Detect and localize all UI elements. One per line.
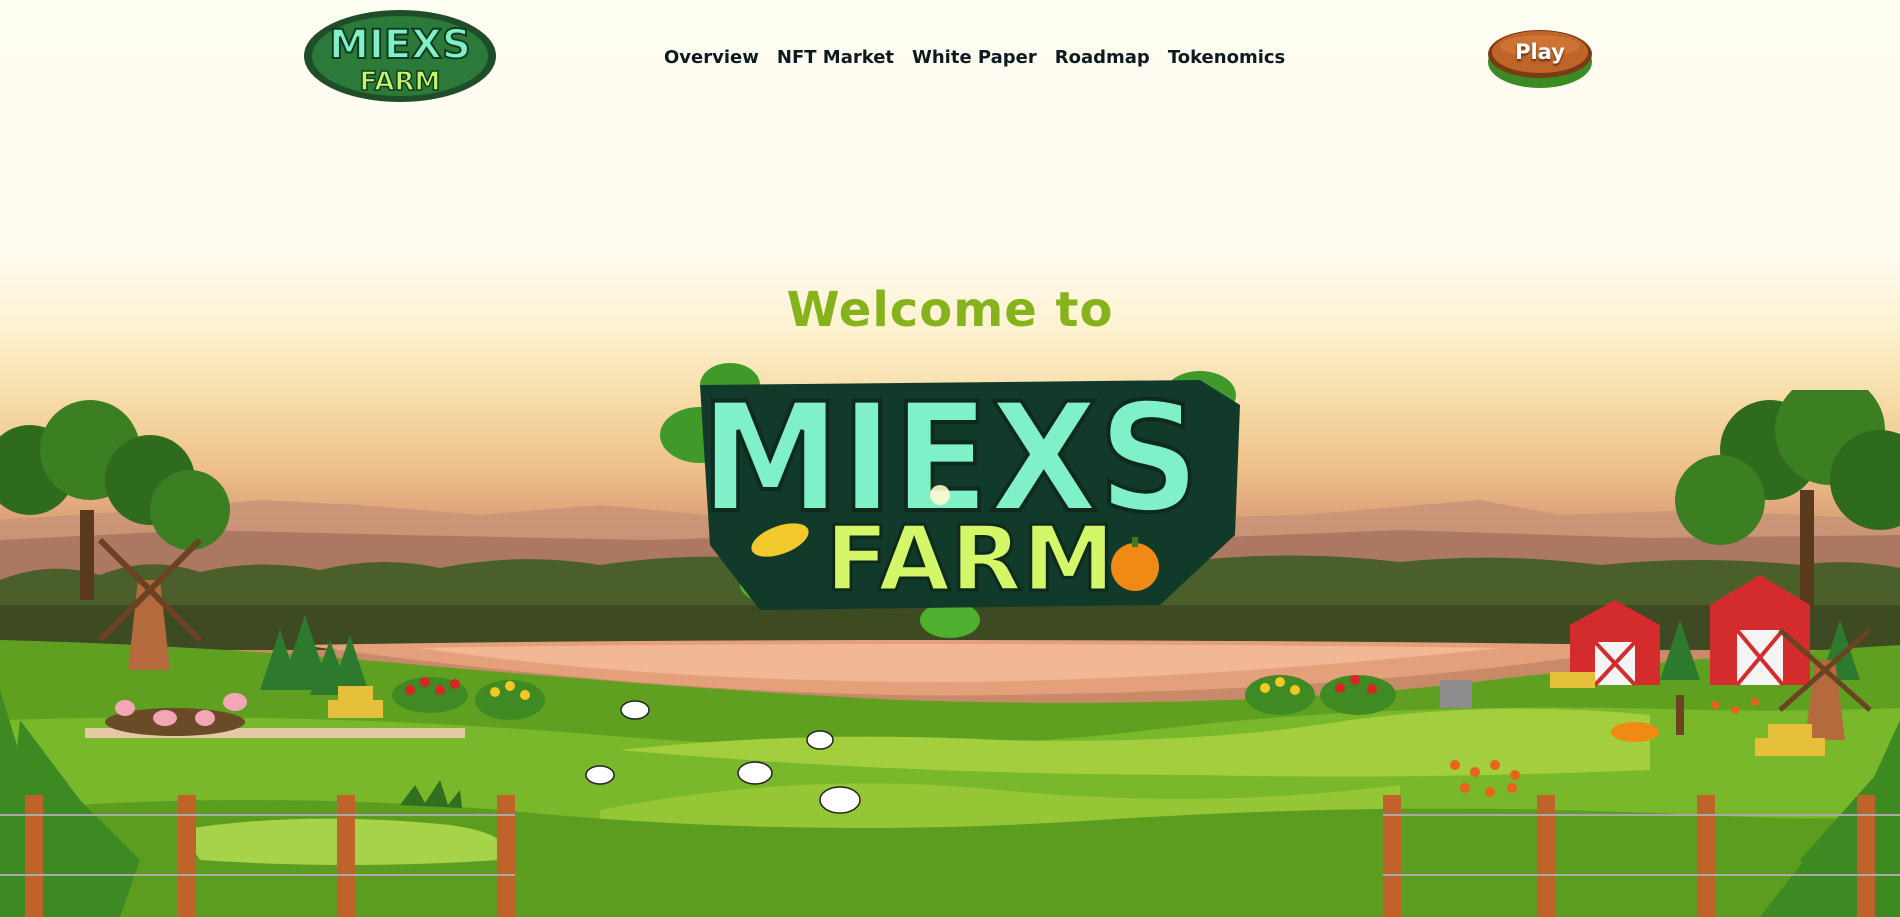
logo-text-line2: FARM xyxy=(360,67,441,97)
well xyxy=(1440,680,1472,708)
scarecrow xyxy=(1676,695,1684,735)
nav-white-paper[interactable]: White Paper xyxy=(912,47,1037,68)
nav-tokenomics[interactable]: Tokenomics xyxy=(1168,47,1285,68)
pumpkins xyxy=(1611,722,1659,742)
welcome-heading: Welcome to xyxy=(786,282,1114,338)
logo-text-line1: MIEXS xyxy=(329,22,471,68)
pumpkin-icon xyxy=(1111,543,1159,591)
miexs-farm-logo[interactable]: MIEXS FARM xyxy=(300,6,500,106)
header: MIEXS FARM Overview NFT Market White Pap… xyxy=(0,0,1900,110)
hero-miexs-farm-logo: MIEXS FARM xyxy=(660,363,1240,638)
hero-logo-line2: FARM xyxy=(825,507,1115,612)
main-nav: Overview NFT Market White Paper Roadmap … xyxy=(664,44,1285,70)
nav-overview[interactable]: Overview xyxy=(664,47,759,68)
sparkle xyxy=(930,485,950,505)
play-label: Play xyxy=(1515,40,1565,64)
play-button[interactable]: Play xyxy=(1482,16,1598,96)
nav-roadmap[interactable]: Roadmap xyxy=(1055,47,1150,68)
nav-nft-market[interactable]: NFT Market xyxy=(777,47,894,68)
